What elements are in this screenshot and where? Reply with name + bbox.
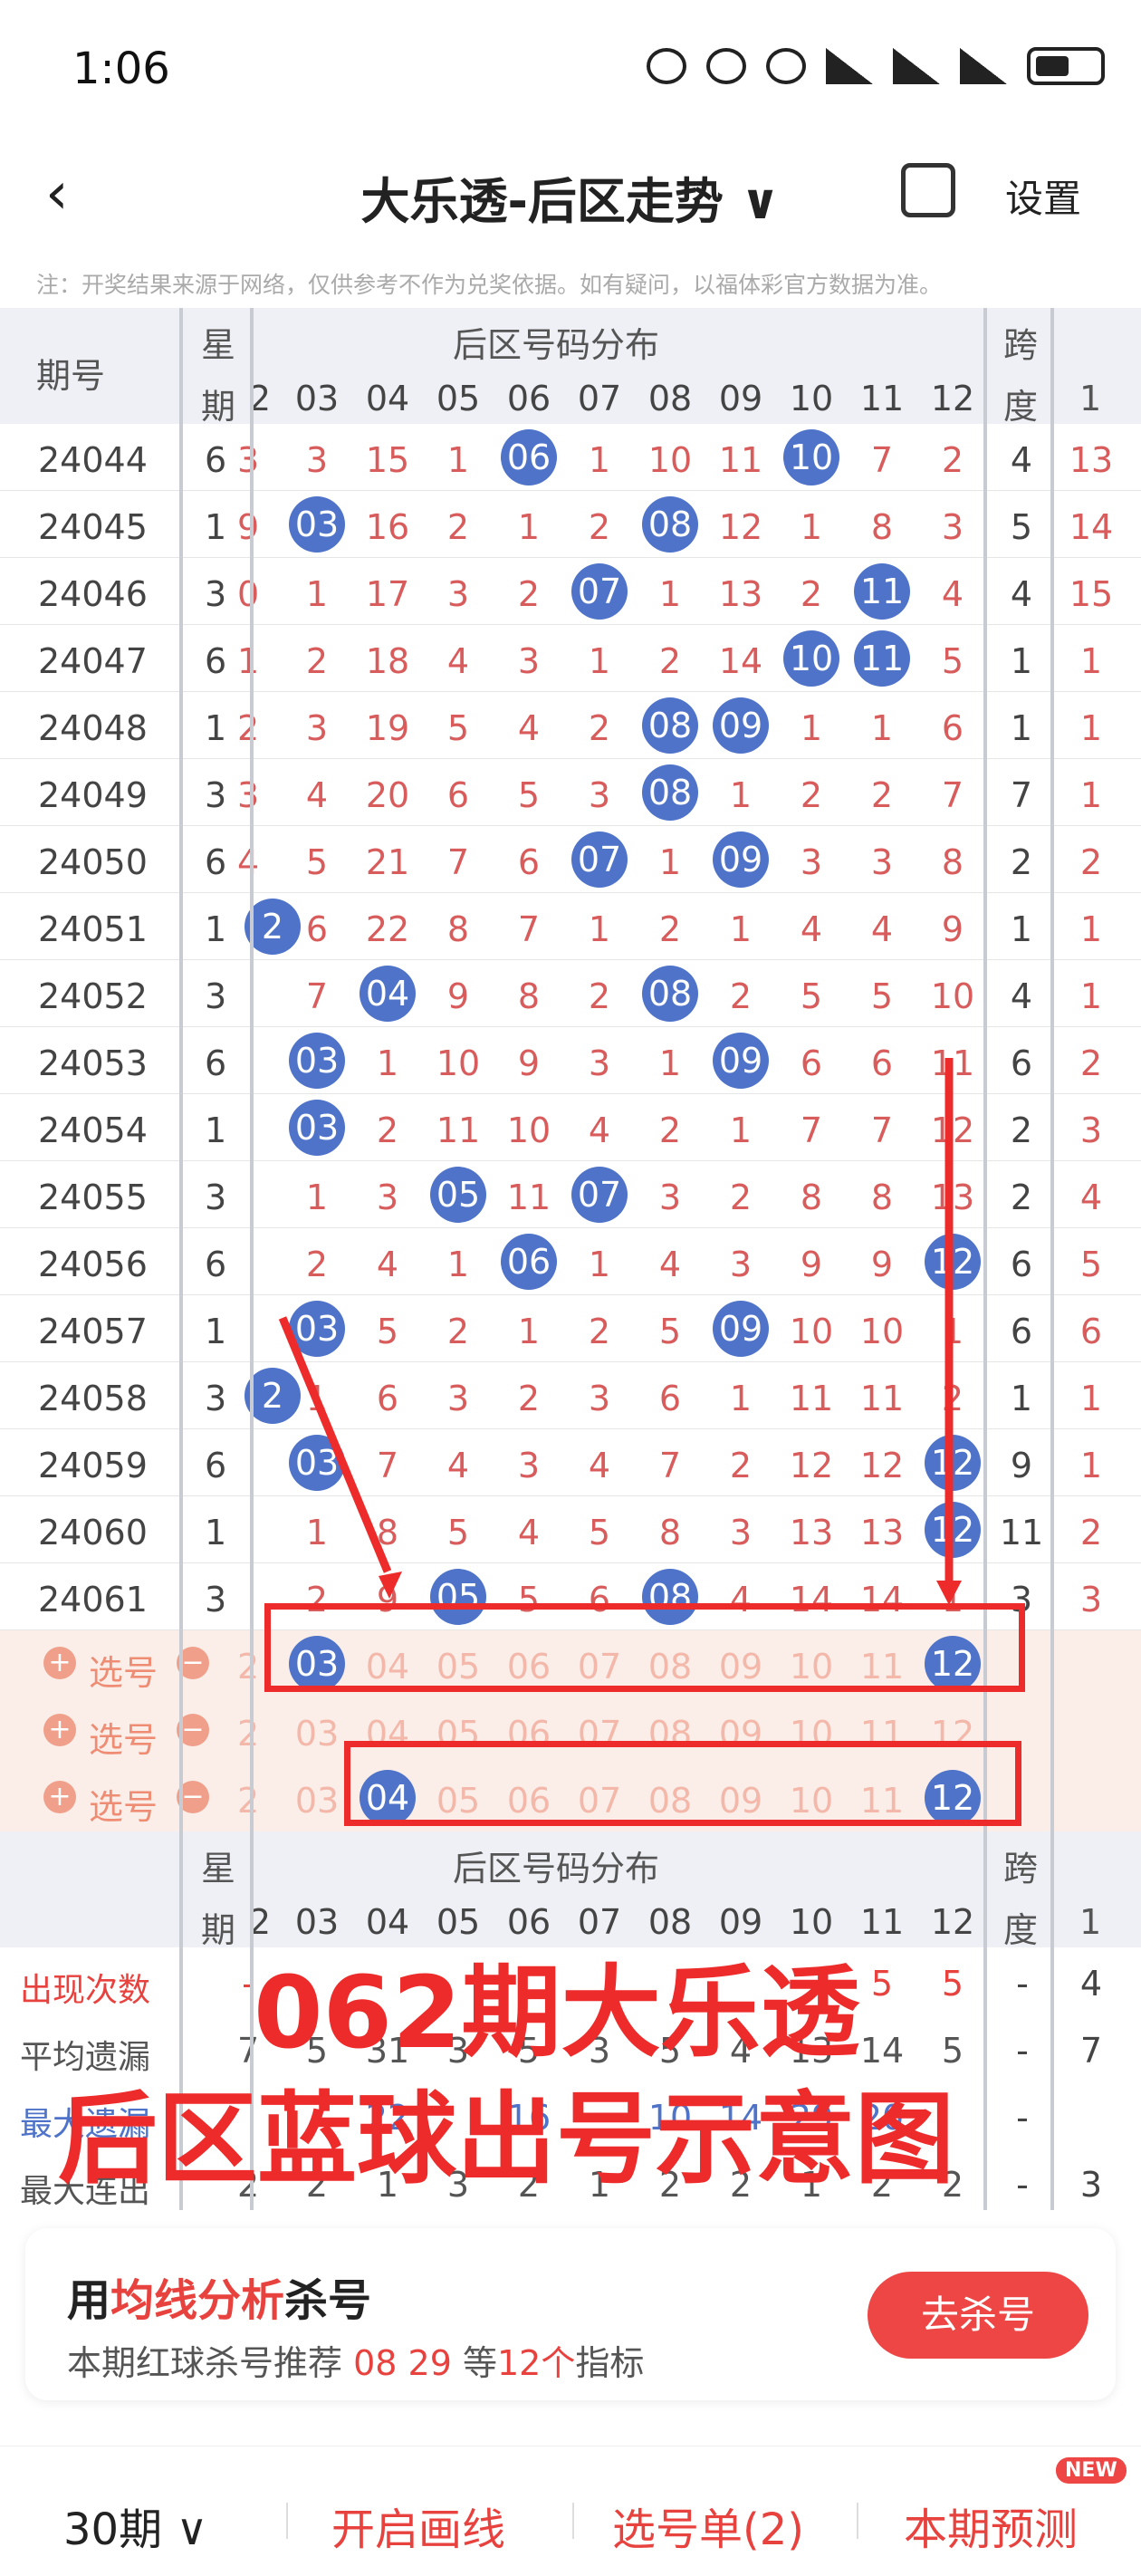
predict-button[interactable]: 本期预测	[904, 2494, 1078, 2557]
arrow-head-2	[936, 1581, 962, 1605]
new-badge: NEW	[1056, 2457, 1127, 2484]
pick-list-button[interactable]: 选号单(2)	[612, 2494, 804, 2557]
highlight-box-1	[264, 1603, 1025, 1692]
overlay-line-2: 后区蓝球出号示意图	[58, 2081, 954, 2197]
draw-line-button[interactable]: 开启画线	[331, 2494, 505, 2557]
bottom-bar: 30期 ∨ 开启画线 选号单(2) 本期预测 NEW	[0, 2446, 1141, 2576]
arrow-line-1	[278, 1316, 392, 1573]
arrow-head-1	[379, 1572, 402, 1599]
divider	[857, 2503, 858, 2539]
card-subtitle: 本期红球杀号推荐 08 29 等12个指标	[67, 2343, 645, 2383]
card-title: 用均线分析杀号	[67, 2275, 372, 2326]
overlay-line-1: 062期大乐透	[254, 1955, 860, 2071]
divider	[286, 2503, 288, 2539]
period-select[interactable]: 30期 ∨	[63, 2494, 207, 2557]
analysis-card: 用均线分析杀号 本期红球杀号推荐 08 29 等12个指标 去杀号	[25, 2228, 1116, 2400]
highlight-box-2	[344, 1741, 1021, 1826]
kill-number-button[interactable]: 去杀号	[868, 2272, 1088, 2359]
divider	[572, 2503, 574, 2539]
